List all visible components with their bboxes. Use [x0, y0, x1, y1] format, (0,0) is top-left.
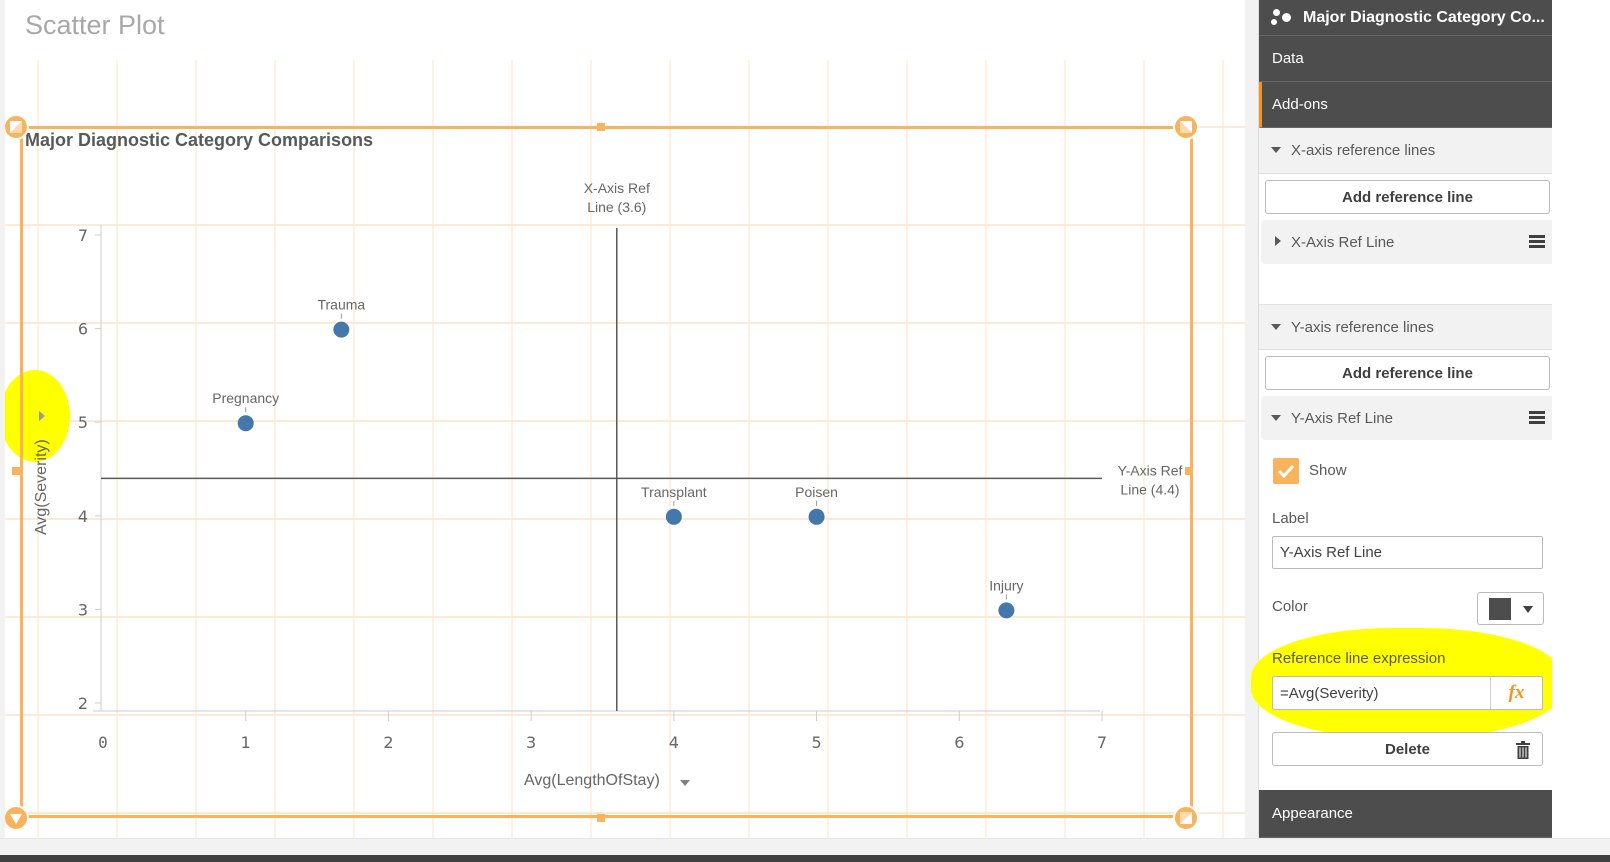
x-tick-label: 5: [811, 733, 821, 752]
add-y-reference-line-button[interactable]: Add reference line: [1265, 356, 1550, 390]
resize-icon: [10, 121, 22, 133]
y-tick-label: 7: [78, 226, 88, 245]
resize-icon: [10, 814, 22, 824]
x-axis-ref-line-item[interactable]: X-Axis Ref Line: [1261, 220, 1553, 264]
y-tick-label: 2: [78, 694, 88, 713]
section-title: Y-axis reference lines: [1291, 318, 1434, 336]
data-point: [665, 508, 682, 525]
expression-editor-button[interactable]: fx: [1490, 677, 1542, 709]
add-x-reference-line-button[interactable]: Add reference line: [1265, 180, 1550, 214]
expression-value: =Avg(Severity): [1280, 684, 1379, 702]
button-label: Add reference line: [1342, 188, 1473, 206]
drag-handle-icon[interactable]: [1529, 411, 1545, 424]
y-reference-line-label: Line (4.4): [1120, 481, 1179, 497]
y-tick-label: 6: [78, 320, 88, 339]
data-point: [333, 321, 350, 338]
data-point: [237, 415, 254, 432]
x-tick-label: 2: [383, 733, 393, 752]
chart-title: Major Diagnostic Category Comparisons: [25, 130, 374, 150]
x-tick-label: 7: [1097, 733, 1107, 752]
expression-label: Reference line expression: [1272, 650, 1446, 667]
tab-data-label: Data: [1272, 50, 1304, 67]
resize-handle-bottom[interactable]: [597, 814, 605, 822]
point-label: Trauma: [317, 297, 365, 313]
chevron-down-icon: [1523, 606, 1533, 613]
color-swatch: [1489, 598, 1511, 620]
show-checkbox[interactable]: [1273, 458, 1299, 484]
resize-handle-right[interactable]: [1185, 467, 1193, 475]
color-picker[interactable]: [1477, 592, 1544, 625]
panel-title: Major Diagnostic Category Co...: [1303, 8, 1545, 26]
point-label: Transplant: [641, 484, 707, 500]
properties-panel: Major Diagnostic Category Co... Data Add…: [1251, 0, 1563, 838]
y-tick-label: 3: [78, 600, 88, 619]
x-tick-label: 1: [241, 733, 251, 752]
data-point: [998, 602, 1015, 619]
delete-button[interactable]: Delete: [1272, 732, 1543, 766]
y-axis-title[interactable]: Avg(Severity): [33, 385, 51, 535]
x-tick-label: 3: [526, 733, 536, 752]
resize-handle-bottom-right[interactable]: [1173, 805, 1199, 831]
scatter-chart: 2 3 4 5 6 7 0 1 2 3 4 5 6 7 X-Axis Ref Line (3.6) Y-Axis…: [78, 180, 1183, 752]
section-title: X-axis reference lines: [1291, 142, 1436, 159]
tab-appearance-label: Appearance: [1272, 805, 1353, 822]
checkmark-icon: [1277, 464, 1295, 479]
panel-header: Major Diagnostic Category Co...: [1259, 0, 1553, 36]
drag-handle-icon[interactable]: [1529, 235, 1545, 248]
expand-caret-icon: [1271, 415, 1281, 421]
y-tick-label: 5: [78, 413, 88, 432]
x-tick-label: 6: [954, 733, 964, 752]
scatter-chart-icon: [1271, 8, 1293, 27]
show-label: Show: [1309, 462, 1347, 479]
y-tick-label: 4: [78, 507, 88, 526]
x-reference-line-label: X-Axis Ref: [584, 180, 650, 196]
button-label: Delete: [1384, 740, 1431, 758]
point-label: Injury: [989, 577, 1023, 593]
trash-icon: [1516, 741, 1530, 759]
y-axis-ref-line-item[interactable]: Y-Axis Ref Line: [1261, 396, 1553, 440]
item-title: Y-Axis Ref Line: [1291, 409, 1393, 427]
x-tick-label: 0: [98, 733, 108, 752]
expand-caret-icon: [1271, 324, 1281, 330]
resize-handle-left[interactable]: [12, 467, 20, 475]
x-axis-title[interactable]: Avg(LengthOfStay): [524, 772, 660, 790]
fx-icon: fx: [1508, 682, 1525, 703]
label-field-label: Label: [1272, 510, 1309, 527]
item-title: X-Axis Ref Line: [1291, 233, 1395, 251]
resize-handle-top-right[interactable]: [1173, 114, 1199, 140]
resize-icon: [1180, 812, 1192, 824]
expression-input[interactable]: =Avg(Severity) fx: [1272, 676, 1543, 710]
y-reference-line-label: Y-Axis Ref: [1118, 462, 1183, 478]
button-label: Add reference line: [1342, 364, 1473, 382]
expand-caret-icon: [1271, 147, 1281, 153]
x-axis-dropdown-caret-icon[interactable]: [680, 780, 690, 786]
point-label: Poisen: [795, 484, 838, 500]
x-tick-label: 4: [669, 733, 679, 752]
tab-appearance[interactable]: Appearance: [1259, 790, 1553, 838]
x-axis-reference-lines-section[interactable]: X-axis reference lines: [1259, 128, 1553, 174]
x-reference-line-label: Line (3.6): [587, 199, 646, 215]
resize-handle-top[interactable]: [597, 123, 605, 131]
data-point: [808, 508, 825, 525]
resize-icon: [1180, 121, 1192, 133]
bottom-edge: [0, 855, 1610, 862]
tab-add-ons[interactable]: Add-ons: [1259, 82, 1553, 128]
sheet-canvas: Scatter Plot 2 3 4 5 6 7 0 1 2 3 4 5 6 7 X-Axis Ref Lin…: [5, 0, 1245, 838]
point-label: Pregnancy: [212, 390, 279, 406]
tab-add-ons-label: Add-ons: [1272, 96, 1328, 113]
label-input[interactable]: [1272, 536, 1543, 569]
collapse-caret-icon: [1275, 236, 1281, 246]
tab-data[interactable]: Data: [1259, 36, 1553, 82]
app-stage: Scatter Plot 2 3 4 5 6 7 0 1 2 3 4 5 6 7 X-Axis Ref Lin…: [0, 0, 1610, 862]
y-axis-reference-lines-section[interactable]: Y-axis reference lines: [1259, 304, 1553, 350]
panel-gutter: [1552, 0, 1610, 838]
color-label: Color: [1272, 598, 1308, 615]
